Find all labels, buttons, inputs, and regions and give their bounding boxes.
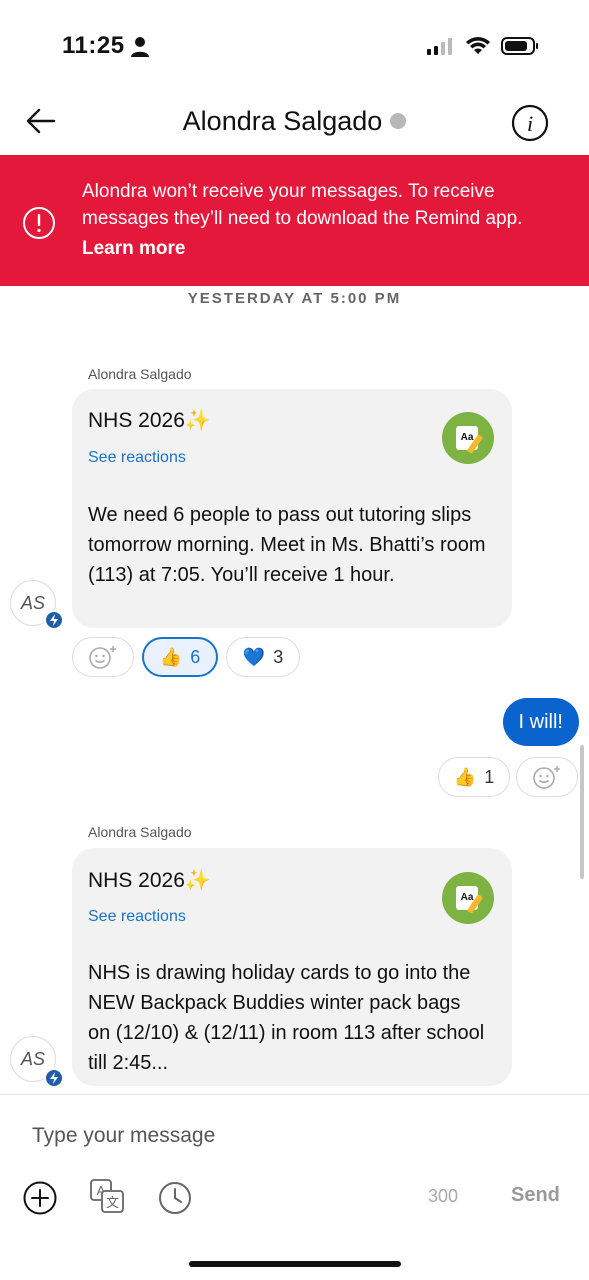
thumbs-up-icon: 👍 xyxy=(159,646,183,667)
bolt-icon xyxy=(44,610,64,630)
thumbs-up-icon: 👍 xyxy=(453,766,477,787)
my-message-bubble[interactable]: I will! xyxy=(502,698,579,746)
person-icon xyxy=(131,37,149,57)
message-title: NHS 2026✨ xyxy=(88,409,212,432)
date-divider: YESTERDAY AT 5:00 PM xyxy=(187,290,402,307)
message-body: We need 6 people to pass out tutoring sl… xyxy=(88,504,486,586)
banner-message: Alondra won’t receive your messages. To … xyxy=(82,181,523,229)
wifi-icon xyxy=(466,37,490,54)
alert-icon xyxy=(23,207,55,239)
reaction-blue-heart[interactable]: 💙 3 xyxy=(226,637,300,677)
my-reaction-thumbs-up[interactable]: 👍 1 xyxy=(438,757,510,797)
home-indicator xyxy=(189,1261,401,1267)
add-emoji-icon xyxy=(533,766,560,789)
svg-text:文: 文 xyxy=(106,1195,119,1210)
learn-more-link[interactable]: Learn more xyxy=(82,238,185,260)
message-body: NHS is drawing holiday cards to go into … xyxy=(88,962,485,1074)
reaction-thumbs-up[interactable]: 👍 6 xyxy=(142,637,218,677)
translate-icon[interactable]: A 文 xyxy=(89,1178,125,1214)
character-counter: 300 xyxy=(428,1186,459,1206)
signal-icon xyxy=(427,38,452,55)
reaction-count: 1 xyxy=(484,766,495,787)
add-reaction-button[interactable] xyxy=(516,757,578,797)
svg-text:i: i xyxy=(527,111,533,136)
presence-icon xyxy=(390,112,407,129)
see-reactions-link[interactable]: See reactions xyxy=(88,908,186,926)
schedule-clock-icon[interactable] xyxy=(157,1180,193,1216)
message-title: NHS 2026✨ xyxy=(88,869,212,892)
message-sender: Alondra Salgado xyxy=(88,824,192,840)
status-indicators xyxy=(427,36,539,56)
app-badge-icon: Aa xyxy=(442,412,494,464)
add-attachment-icon[interactable] xyxy=(22,1180,58,1216)
see-reactions-link[interactable]: See reactions xyxy=(88,449,186,467)
reaction-count: 3 xyxy=(273,646,284,667)
contact-name: Alondra Salgado xyxy=(182,106,383,136)
app-badge-icon: Aa xyxy=(442,872,494,924)
status-time: 11:25 xyxy=(62,32,125,59)
composer-divider xyxy=(0,1094,589,1095)
message-input[interactable] xyxy=(30,1118,454,1154)
bolt-icon xyxy=(44,1068,64,1088)
blue-heart-icon: 💙 xyxy=(242,646,266,667)
message-sender: Alondra Salgado xyxy=(88,366,192,382)
scrollbar[interactable] xyxy=(580,745,584,879)
add-reaction-button[interactable] xyxy=(72,637,134,677)
battery-icon xyxy=(501,37,538,55)
conversation-title: Alondra Salgado xyxy=(0,106,589,137)
reaction-count: 6 xyxy=(190,646,201,667)
send-button[interactable]: Send xyxy=(511,1184,560,1207)
info-icon[interactable]: i xyxy=(511,104,549,142)
add-emoji-icon xyxy=(89,646,116,669)
